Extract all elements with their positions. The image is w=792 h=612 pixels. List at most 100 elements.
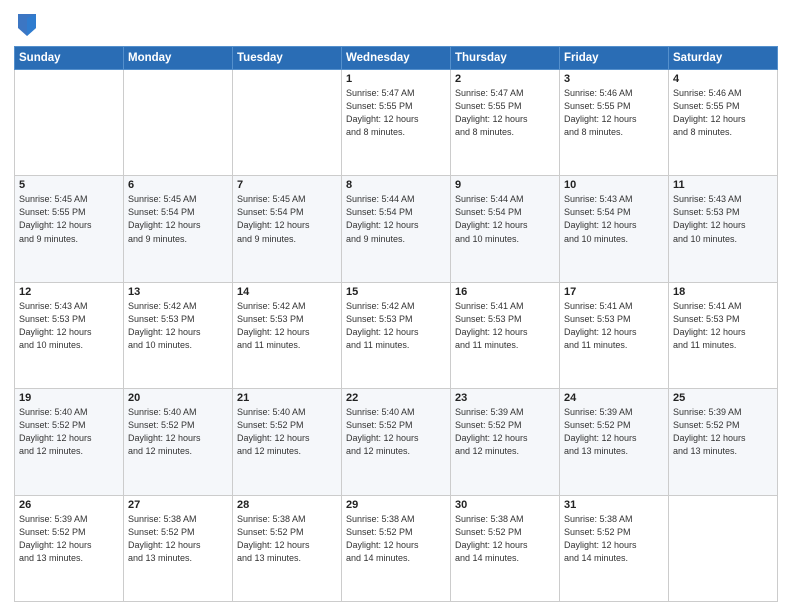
calendar-cell: 9 Sunrise: 5:44 AM Sunset: 5:54 PM Daylig… xyxy=(451,176,560,282)
page: SundayMondayTuesdayWednesdayThursdayFrid… xyxy=(0,0,792,612)
calendar-cell: 8 Sunrise: 5:44 AM Sunset: 5:54 PM Daylig… xyxy=(342,176,451,282)
calendar-cell: 31 Sunrise: 5:38 AM Sunset: 5:52 PM Dayli… xyxy=(560,495,669,601)
day-info: Sunrise: 5:45 AM Sunset: 5:55 PM Dayligh… xyxy=(19,193,119,245)
day-number: 20 xyxy=(128,392,228,404)
day-number: 15 xyxy=(346,286,446,298)
day-info: Sunrise: 5:40 AM Sunset: 5:52 PM Dayligh… xyxy=(346,406,446,458)
calendar-cell: 28Sunrise: 5:38 AM Sunset: 5:52 PM Dayli… xyxy=(233,495,342,601)
calendar-cell: 17Sunrise: 5:41 AM Sunset: 5:53 PM Dayli… xyxy=(560,282,669,388)
day-info: Sunrise: 5:42 AM Sunset: 5:53 PM Dayligh… xyxy=(237,300,337,352)
day-number: 11 xyxy=(673,179,773,191)
day-number: 6 xyxy=(128,179,228,191)
calendar-cell: 4 Sunrise: 5:46 AM Sunset: 5:55 PM Daylig… xyxy=(669,70,778,176)
calendar-cell: 1 Sunrise: 5:47 AM Sunset: 5:55 PM Daylig… xyxy=(342,70,451,176)
day-number: 3 xyxy=(564,73,664,85)
day-number: 19 xyxy=(19,392,119,404)
day-info: Sunrise: 5:44 AM Sunset: 5:54 PM Dayligh… xyxy=(346,193,446,245)
calendar-cell: 13 Sunrise: 5:42 AM Sunset: 5:53 PM Dayli… xyxy=(124,282,233,388)
calendar-table: SundayMondayTuesdayWednesdayThursdayFrid… xyxy=(14,46,778,602)
day-info: Sunrise: 5:40 AM Sunset: 5:52 PM Dayligh… xyxy=(237,406,337,458)
calendar-cell: 11 Sunrise: 5:43 AM Sunset: 5:53 PM Dayli… xyxy=(669,176,778,282)
calendar-header-row: SundayMondayTuesdayWednesdayThursdayFrid… xyxy=(15,47,778,70)
day-info: Sunrise: 5:43 AM Sunset: 5:53 PM Dayligh… xyxy=(673,193,773,245)
day-number: 7 xyxy=(237,179,337,191)
calendar-cell: 15Sunrise: 5:42 AM Sunset: 5:53 PM Dayli… xyxy=(342,282,451,388)
day-number: 31 xyxy=(564,499,664,511)
day-info: Sunrise: 5:39 AM Sunset: 5:52 PM Dayligh… xyxy=(455,406,555,458)
weekday-header: Saturday xyxy=(669,47,778,70)
day-info: Sunrise: 5:38 AM Sunset: 5:52 PM Dayligh… xyxy=(346,513,446,565)
calendar-week-row: 5Sunrise: 5:45 AM Sunset: 5:55 PM Daylig… xyxy=(15,176,778,282)
day-number: 1 xyxy=(346,73,446,85)
day-info: Sunrise: 5:43 AM Sunset: 5:53 PM Dayligh… xyxy=(19,300,119,352)
day-info: Sunrise: 5:40 AM Sunset: 5:52 PM Dayligh… xyxy=(128,406,228,458)
day-info: Sunrise: 5:45 AM Sunset: 5:54 PM Dayligh… xyxy=(237,193,337,245)
calendar-cell: 3 Sunrise: 5:46 AM Sunset: 5:55 PM Daylig… xyxy=(560,70,669,176)
calendar-cell: 12Sunrise: 5:43 AM Sunset: 5:53 PM Dayli… xyxy=(15,282,124,388)
calendar-week-row: 1 Sunrise: 5:47 AM Sunset: 5:55 PM Daylig… xyxy=(15,70,778,176)
calendar-cell: 6 Sunrise: 5:45 AM Sunset: 5:54 PM Daylig… xyxy=(124,176,233,282)
day-number: 24 xyxy=(564,392,664,404)
day-number: 16 xyxy=(455,286,555,298)
day-number: 18 xyxy=(673,286,773,298)
calendar-cell: 22 Sunrise: 5:40 AM Sunset: 5:52 PM Dayli… xyxy=(342,389,451,495)
calendar-cell: 30 Sunrise: 5:38 AM Sunset: 5:52 PM Dayli… xyxy=(451,495,560,601)
day-info: Sunrise: 5:40 AM Sunset: 5:52 PM Dayligh… xyxy=(19,406,119,458)
day-number: 26 xyxy=(19,499,119,511)
day-number: 22 xyxy=(346,392,446,404)
day-number: 30 xyxy=(455,499,555,511)
day-info: Sunrise: 5:46 AM Sunset: 5:55 PM Dayligh… xyxy=(673,87,773,139)
calendar-cell: 20 Sunrise: 5:40 AM Sunset: 5:52 PM Dayli… xyxy=(124,389,233,495)
day-info: Sunrise: 5:44 AM Sunset: 5:54 PM Dayligh… xyxy=(455,193,555,245)
day-number: 29 xyxy=(346,499,446,511)
weekday-header: Tuesday xyxy=(233,47,342,70)
calendar-cell: 2Sunrise: 5:47 AM Sunset: 5:55 PM Daylig… xyxy=(451,70,560,176)
weekday-header: Monday xyxy=(124,47,233,70)
weekday-header: Wednesday xyxy=(342,47,451,70)
calendar-cell: 14 Sunrise: 5:42 AM Sunset: 5:53 PM Dayli… xyxy=(233,282,342,388)
calendar-cell: 26 Sunrise: 5:39 AM Sunset: 5:52 PM Dayli… xyxy=(15,495,124,601)
calendar-cell: 5Sunrise: 5:45 AM Sunset: 5:55 PM Daylig… xyxy=(15,176,124,282)
logo-icon xyxy=(16,10,38,38)
day-number: 14 xyxy=(237,286,337,298)
day-info: Sunrise: 5:39 AM Sunset: 5:52 PM Dayligh… xyxy=(564,406,664,458)
calendar-cell xyxy=(669,495,778,601)
calendar-cell: 23 Sunrise: 5:39 AM Sunset: 5:52 PM Dayli… xyxy=(451,389,560,495)
header xyxy=(14,10,778,38)
day-info: Sunrise: 5:45 AM Sunset: 5:54 PM Dayligh… xyxy=(128,193,228,245)
calendar-cell: 27 Sunrise: 5:38 AM Sunset: 5:52 PM Dayli… xyxy=(124,495,233,601)
day-info: Sunrise: 5:46 AM Sunset: 5:55 PM Dayligh… xyxy=(564,87,664,139)
calendar-cell xyxy=(233,70,342,176)
calendar-cell: 25Sunrise: 5:39 AM Sunset: 5:52 PM Dayli… xyxy=(669,389,778,495)
calendar-cell: 16 Sunrise: 5:41 AM Sunset: 5:53 PM Dayli… xyxy=(451,282,560,388)
weekday-header: Sunday xyxy=(15,47,124,70)
weekday-header: Thursday xyxy=(451,47,560,70)
day-info: Sunrise: 5:38 AM Sunset: 5:52 PM Dayligh… xyxy=(455,513,555,565)
day-info: Sunrise: 5:47 AM Sunset: 5:55 PM Dayligh… xyxy=(346,87,446,139)
day-number: 13 xyxy=(128,286,228,298)
day-number: 27 xyxy=(128,499,228,511)
weekday-header: Friday xyxy=(560,47,669,70)
day-info: Sunrise: 5:43 AM Sunset: 5:54 PM Dayligh… xyxy=(564,193,664,245)
calendar-week-row: 19 Sunrise: 5:40 AM Sunset: 5:52 PM Dayli… xyxy=(15,389,778,495)
day-info: Sunrise: 5:38 AM Sunset: 5:52 PM Dayligh… xyxy=(128,513,228,565)
calendar-cell: 24 Sunrise: 5:39 AM Sunset: 5:52 PM Dayli… xyxy=(560,389,669,495)
day-info: Sunrise: 5:41 AM Sunset: 5:53 PM Dayligh… xyxy=(455,300,555,352)
day-info: Sunrise: 5:47 AM Sunset: 5:55 PM Dayligh… xyxy=(455,87,555,139)
day-number: 10 xyxy=(564,179,664,191)
day-number: 9 xyxy=(455,179,555,191)
calendar-cell: 19 Sunrise: 5:40 AM Sunset: 5:52 PM Dayli… xyxy=(15,389,124,495)
calendar-cell: 18 Sunrise: 5:41 AM Sunset: 5:53 PM Dayli… xyxy=(669,282,778,388)
day-info: Sunrise: 5:38 AM Sunset: 5:52 PM Dayligh… xyxy=(564,513,664,565)
day-number: 17 xyxy=(564,286,664,298)
day-info: Sunrise: 5:42 AM Sunset: 5:53 PM Dayligh… xyxy=(128,300,228,352)
day-number: 8 xyxy=(346,179,446,191)
day-info: Sunrise: 5:39 AM Sunset: 5:52 PM Dayligh… xyxy=(673,406,773,458)
day-number: 21 xyxy=(237,392,337,404)
day-number: 23 xyxy=(455,392,555,404)
day-info: Sunrise: 5:41 AM Sunset: 5:53 PM Dayligh… xyxy=(673,300,773,352)
calendar-cell: 10 Sunrise: 5:43 AM Sunset: 5:54 PM Dayli… xyxy=(560,176,669,282)
day-info: Sunrise: 5:39 AM Sunset: 5:52 PM Dayligh… xyxy=(19,513,119,565)
calendar-cell xyxy=(124,70,233,176)
day-number: 4 xyxy=(673,73,773,85)
